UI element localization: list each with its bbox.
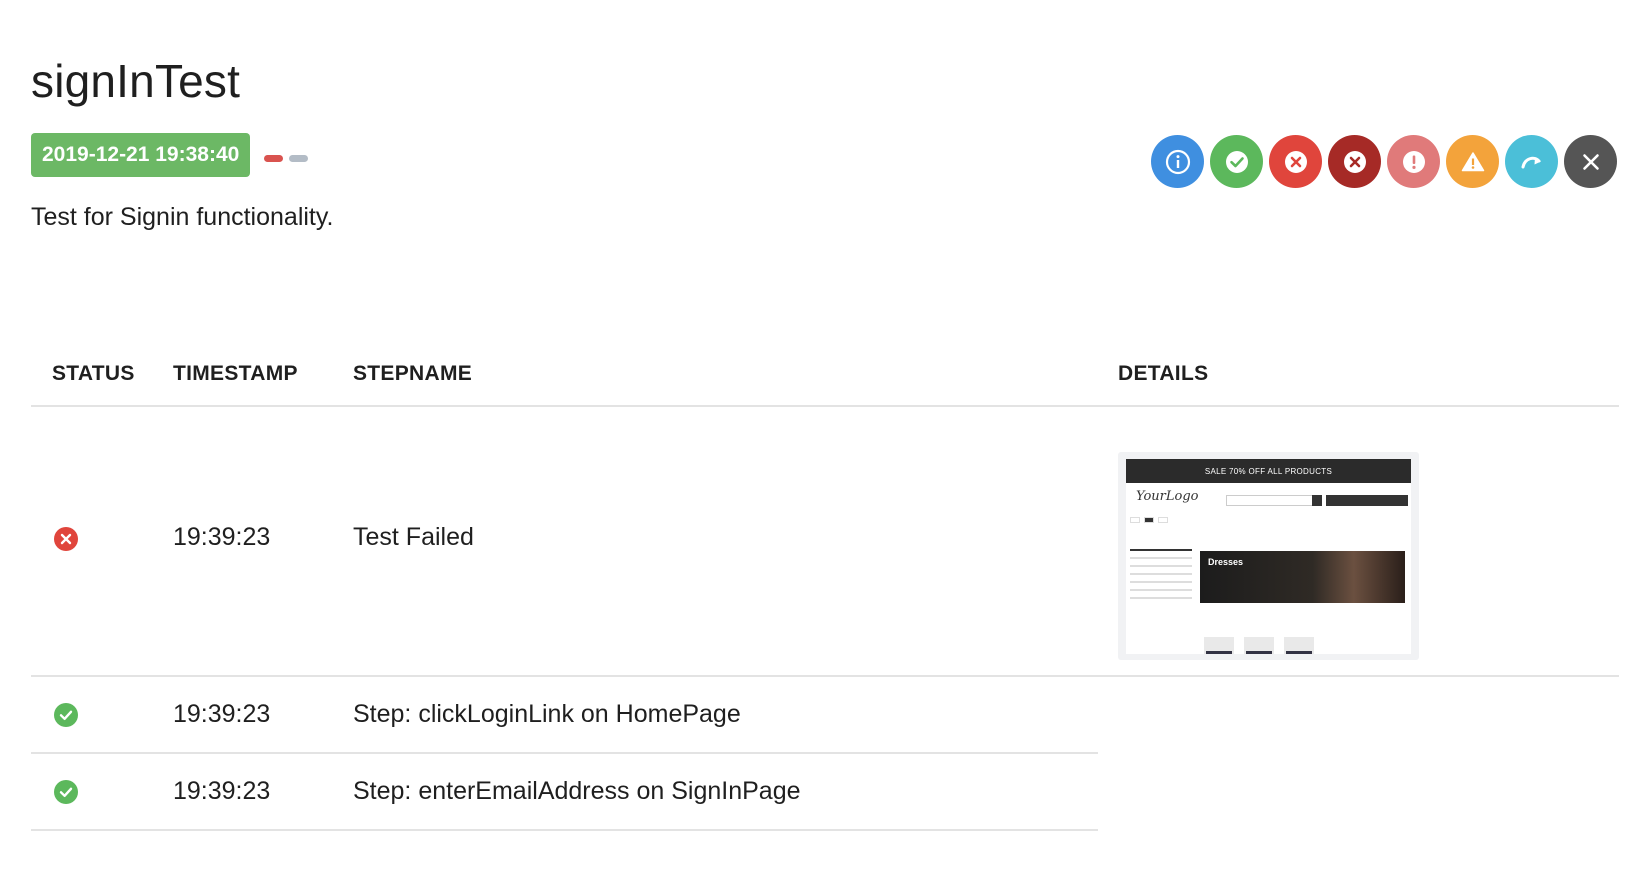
header-timestamp: TIMESTAMP: [173, 362, 298, 385]
status-filter-group: [1151, 135, 1617, 188]
row-stepname: Step: enterEmailAddress on SignInPage: [353, 777, 801, 805]
warning-icon: [1461, 151, 1484, 171]
screenshot-menu-item: [1144, 517, 1154, 523]
exclamation-icon: [1402, 150, 1425, 173]
filter-pass-button[interactable]: [1210, 135, 1263, 188]
header-stepname: STEPNAME: [353, 362, 473, 385]
row-stepname: Test Failed: [353, 523, 474, 551]
row-timestamp: 19:39:23: [173, 523, 271, 551]
row-stepname: Step: clickLoginLink on HomePage: [353, 700, 741, 728]
test-title: signInTest: [31, 55, 241, 107]
fail-status-dash: [264, 155, 283, 162]
screenshot-logo: YourLogo: [1136, 489, 1199, 504]
fail-status-icon: [54, 527, 78, 551]
filter-info-button[interactable]: [1151, 135, 1204, 188]
screenshot-hero: Dresses: [1200, 551, 1405, 603]
x-circle-icon: [1284, 150, 1307, 173]
header-details: DETAILS: [1118, 362, 1209, 385]
screenshot-search-button: [1312, 495, 1322, 506]
filter-clear-button[interactable]: [1564, 135, 1617, 188]
skip-status-dash: [289, 155, 308, 162]
screenshot-menu: [1130, 517, 1168, 523]
info-icon: [1165, 149, 1190, 174]
pass-status-icon: [54, 780, 78, 804]
close-icon: [1582, 153, 1599, 170]
screenshot-product: [1284, 637, 1314, 654]
test-description: Test for Signin functionality.: [31, 203, 334, 231]
row-timestamp: 19:39:23: [173, 777, 271, 805]
pass-status-icon: [54, 703, 78, 727]
x-circle-icon: [1343, 150, 1366, 173]
screenshot-product: [1204, 637, 1234, 654]
screenshot-image: SALE 70% OFF ALL PRODUCTS YourLogo Dress…: [1126, 459, 1411, 654]
filter-skip-button[interactable]: [1505, 135, 1558, 188]
start-time-badge: 2019-12-21 19:38:40: [31, 133, 251, 177]
test-detail-page: signInTest 2019-12-21 19:38:40 Test for …: [0, 0, 1640, 894]
table-row: 19:39:23 Step: enterEmailAddress on Sign…: [31, 754, 1098, 831]
screenshot-cart: [1326, 495, 1408, 506]
screenshot-sale-banner: SALE 70% OFF ALL PRODUCTS: [1126, 459, 1411, 483]
steps-table: STATUS TIMESTAMP STEPNAME DETAILS 19:39:…: [31, 340, 1619, 831]
table-row: 19:39:23 Test Failed SALE 70% OFF ALL PR…: [31, 407, 1619, 677]
check-circle-icon: [1225, 150, 1248, 173]
table-row: 19:39:23 Step: clickLoginLink on HomePag…: [31, 677, 1098, 754]
table-header: STATUS TIMESTAMP STEPNAME DETAILS: [31, 340, 1619, 407]
filter-warning-button[interactable]: [1446, 135, 1499, 188]
failure-screenshot[interactable]: SALE 70% OFF ALL PRODUCTS YourLogo Dress…: [1118, 452, 1419, 660]
header-status: STATUS: [52, 362, 135, 385]
screenshot-hero-title: Dresses: [1208, 557, 1244, 567]
screenshot-sidebar: [1130, 549, 1192, 651]
filter-fatal-button[interactable]: [1328, 135, 1381, 188]
screenshot-search: [1226, 495, 1313, 506]
filter-error-button[interactable]: [1387, 135, 1440, 188]
skip-arrow-icon: [1521, 156, 1541, 168]
screenshot-menu-item: [1158, 517, 1168, 523]
row-timestamp: 19:39:23: [173, 700, 271, 728]
filter-fail-button[interactable]: [1269, 135, 1322, 188]
screenshot-product: [1244, 637, 1274, 654]
screenshot-menu-item: [1130, 517, 1140, 523]
